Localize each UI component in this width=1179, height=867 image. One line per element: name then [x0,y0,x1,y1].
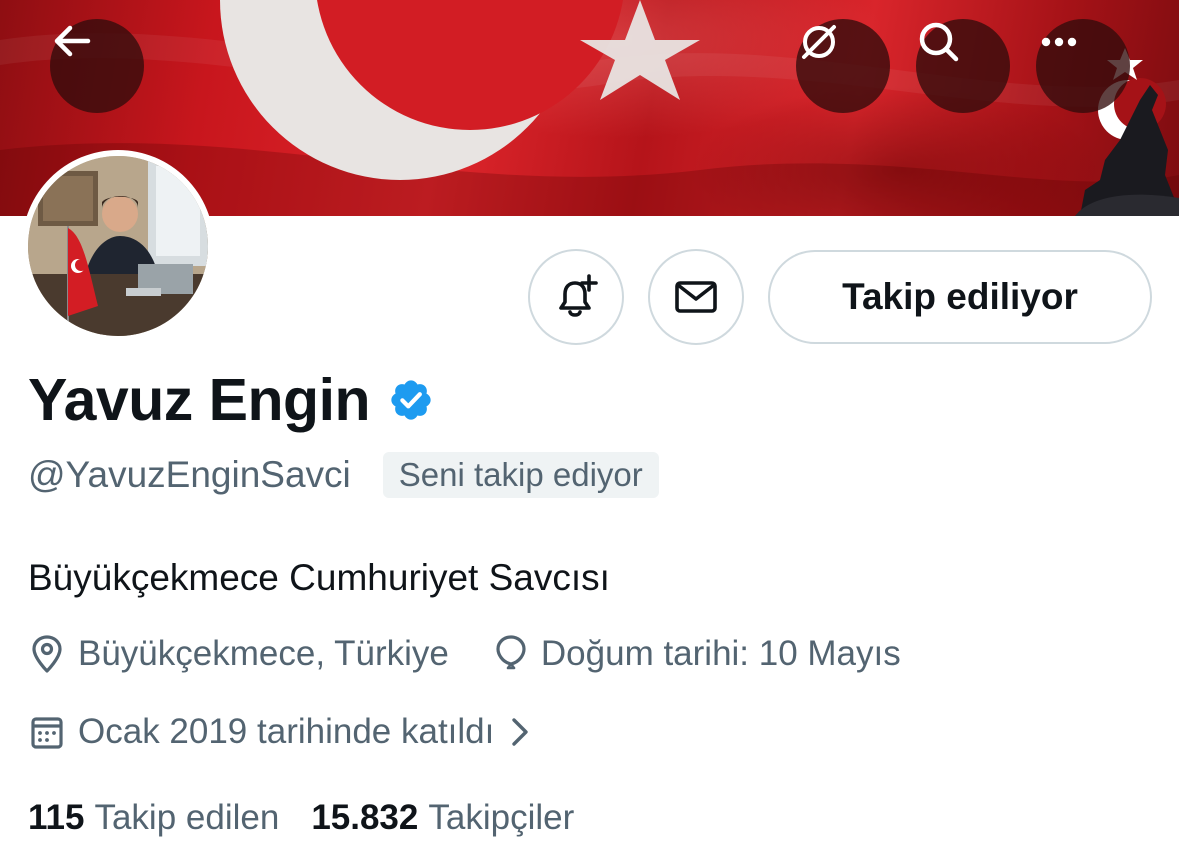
following-stat[interactable]: 115 Takip edilen [28,798,279,838]
profile-page: Takip ediliyor Yavuz Engin @YavuzEnginSa… [0,0,1179,867]
back-button[interactable] [50,19,144,113]
joined-text: Ocak 2019 tarihinde katıldı [78,712,495,751]
balloon-icon [496,635,526,670]
location-text: Büyükçekmece, Türkiye [78,634,449,673]
birthday-text: Doğum tarihi: 10 Mayıs [540,634,901,673]
location-pin-icon [32,635,62,673]
followers-stat[interactable]: 15.832 Takipçiler [311,798,574,838]
profile-avatar[interactable] [22,150,214,342]
envelope-icon [675,281,717,313]
avatar-photo [28,156,208,336]
notifications-button[interactable] [528,249,624,345]
chevron-right-icon [512,718,529,746]
username-handle: @YavuzEnginSavci [28,454,351,495]
profile-bio: Büyükçekmece Cumhuriyet Savcısı [28,557,610,598]
birthday-item: Doğum tarihi: 10 Mayıs [493,634,901,674]
search-icon [919,22,959,62]
meta-row-location: Büyükçekmece, Türkiye Doğum tarihi: 10 M… [28,634,901,674]
followers-count: 15.832 [311,798,419,837]
calendar-icon [31,717,63,749]
arrow-left-icon [54,25,91,57]
bell-plus-icon [559,274,598,317]
meta-row-joined[interactable]: Ocak 2019 tarihinde katıldı [28,712,546,752]
verified-badge-icon[interactable] [388,377,434,423]
following-count: 115 [28,798,85,837]
following-button[interactable]: Takip ediliyor [768,250,1152,344]
followers-label: Takipçiler [428,798,575,837]
location-item: Büyükçekmece, Türkiye [28,634,449,674]
follow-stats: 115 Takip edilen 15.832 Takipçiler [28,798,574,838]
more-dots-icon [1041,37,1077,47]
handle-row: @YavuzEnginSavci Seni takip ediyor [28,452,659,498]
more-button[interactable] [1036,19,1130,113]
name-row: Yavuz Engin [28,366,434,434]
following-label: Takip edilen [94,798,280,837]
display-name: Yavuz Engin [28,367,371,433]
grok-icon [802,25,836,59]
message-button[interactable] [648,249,744,345]
search-button[interactable] [916,19,1010,113]
follows-you-badge: Seni takip ediyor [382,452,659,498]
grok-button[interactable] [796,19,890,113]
joined-item[interactable]: Ocak 2019 tarihinde katıldı [28,712,546,752]
